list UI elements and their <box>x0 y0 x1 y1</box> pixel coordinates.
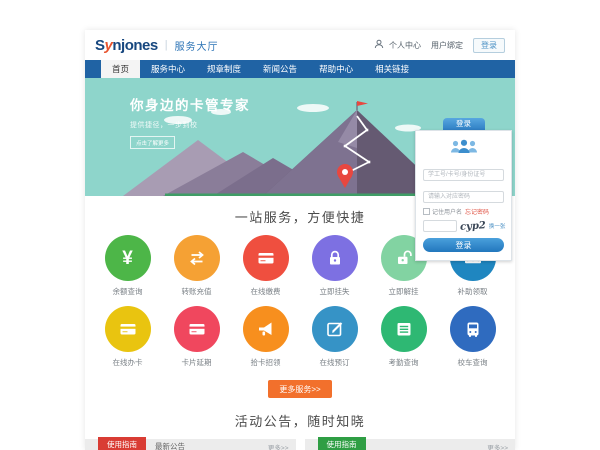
bank-card-icon <box>118 319 138 339</box>
usage-guide-ribbon[interactable]: 使用指南 <box>98 437 146 450</box>
captcha-image[interactable]: cyp2 <box>460 220 487 233</box>
usage-guide-ribbon[interactable]: 使用指南 <box>318 437 366 450</box>
remember-label: 记住用户名 <box>432 207 462 216</box>
service-card-extension[interactable]: 卡片延期 <box>162 306 231 368</box>
service-label: 余额查询 <box>93 286 162 297</box>
login-tab[interactable]: 登录 <box>443 118 485 130</box>
logo-text-2: njones <box>112 37 157 54</box>
main-nav: 首页 服务中心 规章制度 新闻公告 帮助中心 相关链接 <box>85 60 515 78</box>
login-panel-body: 记住用户名 忘记密码 cyp2 换一张 登录 <box>415 130 512 261</box>
nav-item-service-center[interactable]: 服务中心 <box>140 60 196 78</box>
panel-bar: 使用指南 更多>> <box>305 439 516 450</box>
service-lost-found[interactable]: 拾卡招领 <box>231 306 300 368</box>
edit-icon <box>325 319 345 339</box>
password-input[interactable] <box>423 191 504 203</box>
logo-text: S <box>95 37 105 54</box>
nav-item-help[interactable]: 帮助中心 <box>308 60 364 78</box>
hero-subtitle: 提供捷径，一步到校 <box>130 120 250 130</box>
panel-bar: 使用指南 最新公告 更多>> <box>85 439 296 450</box>
header-divider: | <box>165 39 168 51</box>
more-services-button[interactable]: 更多服务>> <box>268 380 331 398</box>
hero-banner: 你身边的卡管专家 提供捷径，一步到校 点击了解更多 <box>85 78 515 196</box>
logo[interactable]: Synjones <box>95 37 158 54</box>
user-binding-link[interactable]: 用户绑定 <box>431 40 463 51</box>
hero-text-block: 你身边的卡管专家 提供捷径，一步到校 点击了解更多 <box>130 94 250 150</box>
remember-row: 记住用户名 忘记密码 <box>423 207 504 216</box>
service-schoolbus-query[interactable]: 校车查询 <box>438 306 507 368</box>
announcement-panels: 使用指南 最新公告 更多>> 使用指南 更多>> <box>85 439 515 450</box>
more-link[interactable]: 更多>> <box>487 442 508 450</box>
website-page: Synjones | 服务大厅 个人中心 用户绑定 登录 首页 服务中心 规章制… <box>85 30 515 450</box>
yen-icon: ¥ <box>122 249 133 268</box>
hero-cta-button[interactable]: 点击了解更多 <box>130 136 175 149</box>
login-submit-button[interactable]: 登录 <box>423 238 504 252</box>
nav-item-news[interactable]: 新闻公告 <box>252 60 308 78</box>
service-label: 补助领取 <box>438 286 507 297</box>
service-label: 考勤查询 <box>369 357 438 368</box>
hero-title: 你身边的卡管专家 <box>130 94 250 114</box>
username-input[interactable] <box>423 169 504 181</box>
service-label: 拾卡招领 <box>231 357 300 368</box>
site-header: Synjones | 服务大厅 个人中心 用户绑定 登录 <box>85 30 515 60</box>
service-report-loss[interactable]: 立即挂失 <box>300 235 369 297</box>
service-label: 在线办卡 <box>93 357 162 368</box>
header-right: 个人中心 用户绑定 登录 <box>374 36 505 54</box>
captcha-row: cyp2 换一张 <box>423 220 504 232</box>
bus-icon <box>463 319 483 339</box>
login-panel: 登录 记住用户名 忘记密码 <box>415 118 512 261</box>
service-label: 卡片延期 <box>162 357 231 368</box>
announcements-section: 活动公告，随时知晓 使用指南 最新公告 更多>> 使用指南 更多>> <box>85 411 515 450</box>
forgot-password-link[interactable]: 忘记密码 <box>465 207 489 216</box>
unlock-icon <box>394 248 414 268</box>
service-label: 转账充值 <box>162 286 231 297</box>
service-label: 立即解挂 <box>369 286 438 297</box>
guide-panel-left: 使用指南 最新公告 更多>> <box>85 439 296 450</box>
service-label: 立即挂失 <box>300 286 369 297</box>
service-label: 校车查询 <box>438 357 507 368</box>
service-balance-query[interactable]: ¥ 余额查询 <box>93 235 162 297</box>
service-label: 在线预订 <box>300 357 369 368</box>
header-login-button[interactable]: 登录 <box>473 38 505 53</box>
nav-item-rules[interactable]: 规章制度 <box>196 60 252 78</box>
user-icon <box>374 36 384 54</box>
nav-item-home[interactable]: 首页 <box>101 60 140 78</box>
service-attendance-query[interactable]: 考勤查询 <box>369 306 438 368</box>
service-online-booking[interactable]: 在线预订 <box>300 306 369 368</box>
announcements-title: 活动公告，随时知晓 <box>85 411 515 430</box>
latest-announcements-tab[interactable]: 最新公告 <box>155 441 185 450</box>
captcha-refresh-link[interactable]: 换一张 <box>489 222 506 230</box>
lock-icon <box>325 248 345 268</box>
list-icon <box>394 319 414 339</box>
guide-panel-right: 使用指南 更多>> <box>305 439 516 450</box>
service-transfer-recharge[interactable]: 转账充值 <box>162 235 231 297</box>
page-canvas: Synjones | 服务大厅 个人中心 用户绑定 登录 首页 服务中心 规章制… <box>0 0 600 450</box>
service-apply-card[interactable]: 在线办卡 <box>93 306 162 368</box>
site-name: 服务大厅 <box>175 38 219 53</box>
users-icon <box>423 138 504 159</box>
remember-checkbox[interactable] <box>423 208 430 215</box>
service-label: 在线缴费 <box>231 286 300 297</box>
megaphone-icon <box>256 319 276 339</box>
bank-card-icon <box>256 248 276 268</box>
service-online-payment[interactable]: 在线缴费 <box>231 235 300 297</box>
more-link[interactable]: 更多>> <box>268 442 289 450</box>
bank-card-icon <box>187 319 207 339</box>
nav-item-links[interactable]: 相关链接 <box>364 60 420 78</box>
personal-center-link[interactable]: 个人中心 <box>389 40 421 51</box>
captcha-input[interactable] <box>423 220 457 232</box>
transfer-arrows-icon <box>187 248 207 268</box>
